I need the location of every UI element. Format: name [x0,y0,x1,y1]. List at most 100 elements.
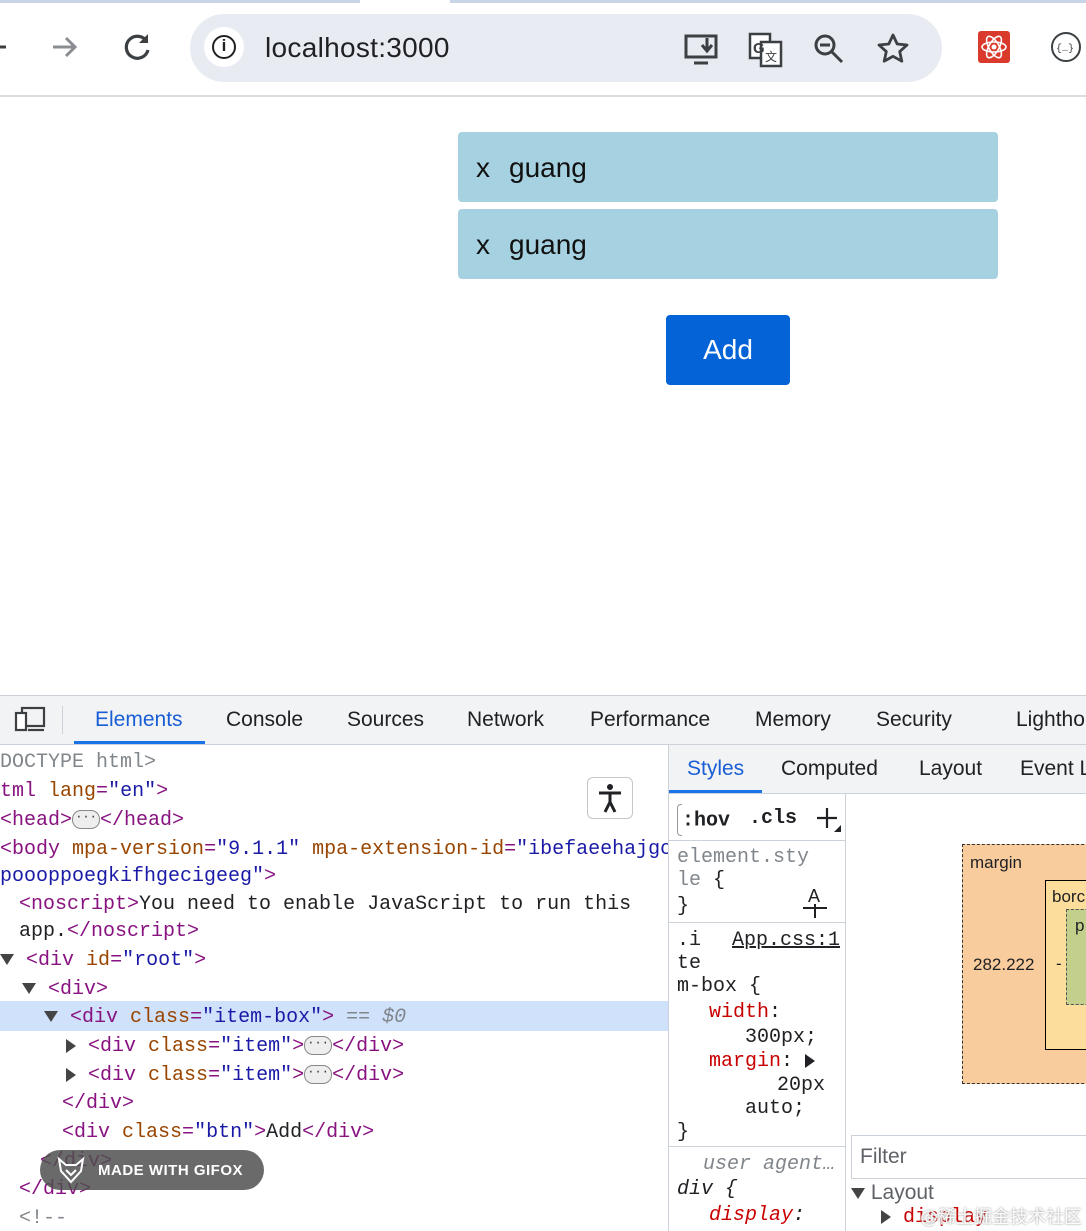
box-model-margin[interactable]: margin 282.222 borc - p [962,844,1086,1084]
ua-rule-selector: div { [677,1178,738,1201]
translate-icon[interactable]: G文 [748,32,783,68]
react-devtools-icon[interactable] [978,31,1010,63]
styles-pane: Styles Computed Layout Event L :hov .cls… [668,745,1086,1231]
browser-toolbar: i localhost:3000 G文 {…} [0,0,1086,97]
item-name: guang [509,229,587,260]
device-toolbar-icon[interactable] [14,706,46,732]
border-left-value[interactable]: - [1056,954,1062,974]
box-model-padding[interactable]: p [1066,909,1086,1005]
comment-node[interactable]: <!-- [19,1204,67,1231]
computed-filter-input[interactable]: Filter [851,1135,1086,1179]
rule-close-brace: } [677,1121,690,1144]
divider [62,706,63,734]
list-item: x guang [458,132,998,202]
watermark-text: @稀土掘金技术社区 [920,1207,1082,1228]
collapse-arrow-icon[interactable] [66,1038,76,1053]
svg-text:文: 文 [765,49,777,64]
add-rule-icon[interactable] [815,806,841,832]
box-model-border[interactable]: borc - p [1045,880,1086,1050]
head-node[interactable]: <head> ··· </head> [0,806,184,835]
item-box-close[interactable]: </div> [62,1089,134,1118]
computed-layout-group[interactable]: Layout [851,1181,934,1205]
expand-arrow-icon[interactable] [44,1011,58,1023]
box-model: margin 282.222 borc - p [846,794,1086,1134]
tab-network[interactable]: Network [467,708,544,732]
doctype-node[interactable]: DOCTYPE html> [0,748,156,777]
url-text[interactable]: localhost:3000 [265,32,450,64]
tab-console[interactable]: Console [226,708,303,732]
remove-item-button[interactable]: x [476,229,490,261]
noscript-node[interactable]: <noscript>You need to enable JavaScript … [19,890,631,919]
collapse-arrow-icon[interactable] [881,1209,891,1224]
styles-tab-bar: Styles Computed Layout Event L [669,745,1086,794]
element-style-selector-cont: le { [677,869,726,892]
root-div-node[interactable]: <div id="root"> [0,946,206,975]
tab-styles[interactable]: Styles [687,757,744,781]
svg-text:A: A [808,886,820,906]
install-app-icon[interactable] [684,32,718,66]
margin-label: margin [970,853,1022,872]
bookmark-star-icon[interactable] [876,32,910,66]
item-node[interactable]: <div class="item"> ··· </div> [66,1061,404,1090]
rule-close-brace: } [677,895,690,918]
padding-label: p [1075,916,1085,935]
source-link[interactable]: App.css:1 [732,926,840,955]
list-item: x guang [458,209,998,279]
tab-sources[interactable]: Sources [347,708,424,732]
divider [669,840,845,841]
tab-strip-edge [0,0,360,3]
svg-text:{…}: {…} [1056,43,1074,55]
expand-arrow-icon[interactable] [0,954,14,966]
cls-toggle[interactable]: .cls [749,804,797,833]
tab-lighthouse[interactable]: Lightho [1016,708,1085,732]
item-name: guang [509,152,587,183]
address-bar[interactable]: i localhost:3000 G文 [190,14,942,82]
info-icon[interactable]: i [204,27,244,67]
tab-security[interactable]: Security [876,708,952,732]
json-viewer-icon[interactable]: {…} [1050,31,1082,63]
item-box-node[interactable]: <div class="item-box"> == $0 [44,1003,406,1032]
forward-arrow-icon[interactable] [48,30,82,64]
div-node[interactable]: <div> [22,975,108,1004]
tab-event-listeners[interactable]: Event L [1020,757,1086,781]
html-node[interactable]: tml lang="en"> [0,777,168,806]
svg-text:G: G [753,40,765,57]
ua-property-display: display: [709,1204,806,1227]
expand-arrow-icon[interactable] [851,1187,865,1199]
tab-performance[interactable]: Performance [590,708,710,732]
back-arrow-icon[interactable] [0,30,18,64]
add-button[interactable]: Add [666,315,790,385]
active-tab-indicator [74,741,205,744]
expand-shorthand-icon[interactable] [805,1053,816,1068]
margin-left-value[interactable]: 282.222 [973,955,1034,975]
border-label: borc [1052,887,1086,906]
devtools-tab-bar: Elements Console Sources Network Perform… [0,696,1086,745]
body-node[interactable]: <body mpa-version="9.1.1" mpa-extension-… [0,835,668,864]
collapsed-ellipsis[interactable]: ··· [304,1036,333,1056]
collapsed-ellipsis[interactable]: ··· [72,810,101,830]
active-tab-indicator [669,790,762,793]
body-node-cont[interactable]: poooppoegkifhgecigeeg"> [0,862,276,891]
css-rules: :hov .cls element.sty le { } A .i App.cs… [669,794,846,1231]
rule-selector-cont: m-box { [677,975,762,998]
hov-toggle[interactable]: :hov [677,804,730,836]
reload-icon[interactable] [121,30,155,64]
divider [669,1146,845,1147]
zoom-icon[interactable] [812,32,846,66]
noscript-node-cont[interactable]: app.</noscript> [19,917,199,946]
expand-arrow-icon[interactable] [22,983,36,995]
tab-layout[interactable]: Layout [919,757,982,781]
collapsed-ellipsis[interactable]: ··· [304,1065,333,1085]
font-editor-icon[interactable]: A [801,886,829,920]
tab-computed[interactable]: Computed [781,757,878,781]
item-node[interactable]: <div class="item"> ··· </div> [66,1032,404,1061]
css-value-margin-cont[interactable]: auto; [745,1094,805,1123]
tab-elements[interactable]: Elements [95,708,183,732]
collapse-arrow-icon[interactable] [66,1067,76,1082]
gifox-badge: MADE WITH GIFOX [40,1150,264,1190]
remove-item-button[interactable]: x [476,152,490,184]
accessibility-tree-button[interactable] [587,777,633,819]
tab-strip-edge [450,0,1086,3]
btn-node[interactable]: <div class="btn">Add</div> [62,1118,374,1147]
tab-memory[interactable]: Memory [755,708,831,732]
